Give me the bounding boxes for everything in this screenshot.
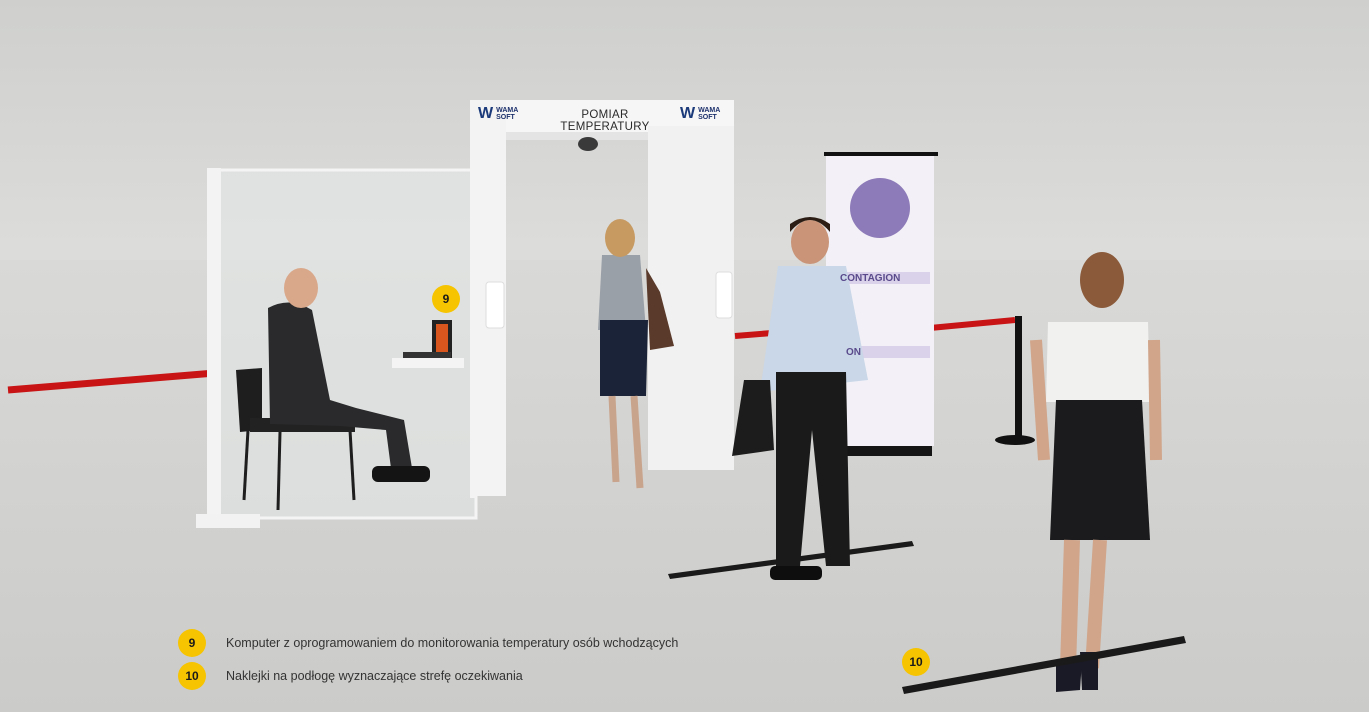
sanitizer-right [715, 271, 733, 319]
legend-text: Komputer z oprogramowaniem do monitorowa… [226, 636, 679, 650]
booth-post-left [207, 168, 221, 520]
thermal-image [436, 324, 448, 354]
legend-item: 9 Komputer z oprogramowaniem do monitoro… [178, 629, 678, 657]
legend-text: Naklejki na podłogę wyznaczające strefę … [226, 669, 523, 683]
woman-right-blouse [1046, 322, 1150, 402]
logo-left-line2: SOFT [496, 114, 515, 121]
marker-10-badge: 10 [902, 648, 930, 676]
legend-item: 10 Naklejki na podłogę wyznaczające stre… [178, 662, 523, 690]
woman-right-head [1080, 252, 1124, 308]
seated-man-shoes [372, 466, 430, 482]
logo-right-line1: WAMA [698, 107, 721, 114]
woman-gate-skirt [600, 320, 648, 396]
man-head [791, 220, 829, 264]
legend-badge: 10 [178, 662, 206, 690]
wama-logo-icon: W [478, 105, 494, 122]
banner-illustration [850, 178, 910, 238]
marker-9-badge: 9 [432, 285, 460, 313]
scene: W WAMA SOFT POMIAR TEMPERATURY W WAMA SO… [0, 0, 1369, 712]
rope-middle [734, 330, 773, 339]
booth-base [196, 514, 260, 528]
woman-gate-blouse [598, 255, 646, 330]
woman-gate-head [605, 219, 635, 257]
stanchion-post [1015, 316, 1022, 438]
banner-heading-2: ON [846, 347, 861, 358]
camera [578, 137, 598, 151]
laptop-base [403, 352, 451, 358]
gate-logo-right: W WAMA SOFT [680, 105, 720, 123]
wama-logo-icon: W [680, 105, 696, 122]
legend-badge: 9 [178, 629, 206, 657]
woman-right-skirt [1050, 400, 1150, 540]
gate-title: POMIAR TEMPERATURY [560, 109, 650, 133]
sanitizer-left [485, 281, 505, 329]
logo-right-line2: SOFT [698, 114, 717, 121]
seated-man-head [284, 268, 318, 308]
logo-left-line1: WAMA [496, 107, 519, 114]
gate-logo-left: W WAMA SOFT [478, 105, 518, 123]
banner-base [842, 446, 932, 456]
banner-heading-1: CONTAGION [840, 273, 901, 284]
shelf [392, 358, 464, 368]
